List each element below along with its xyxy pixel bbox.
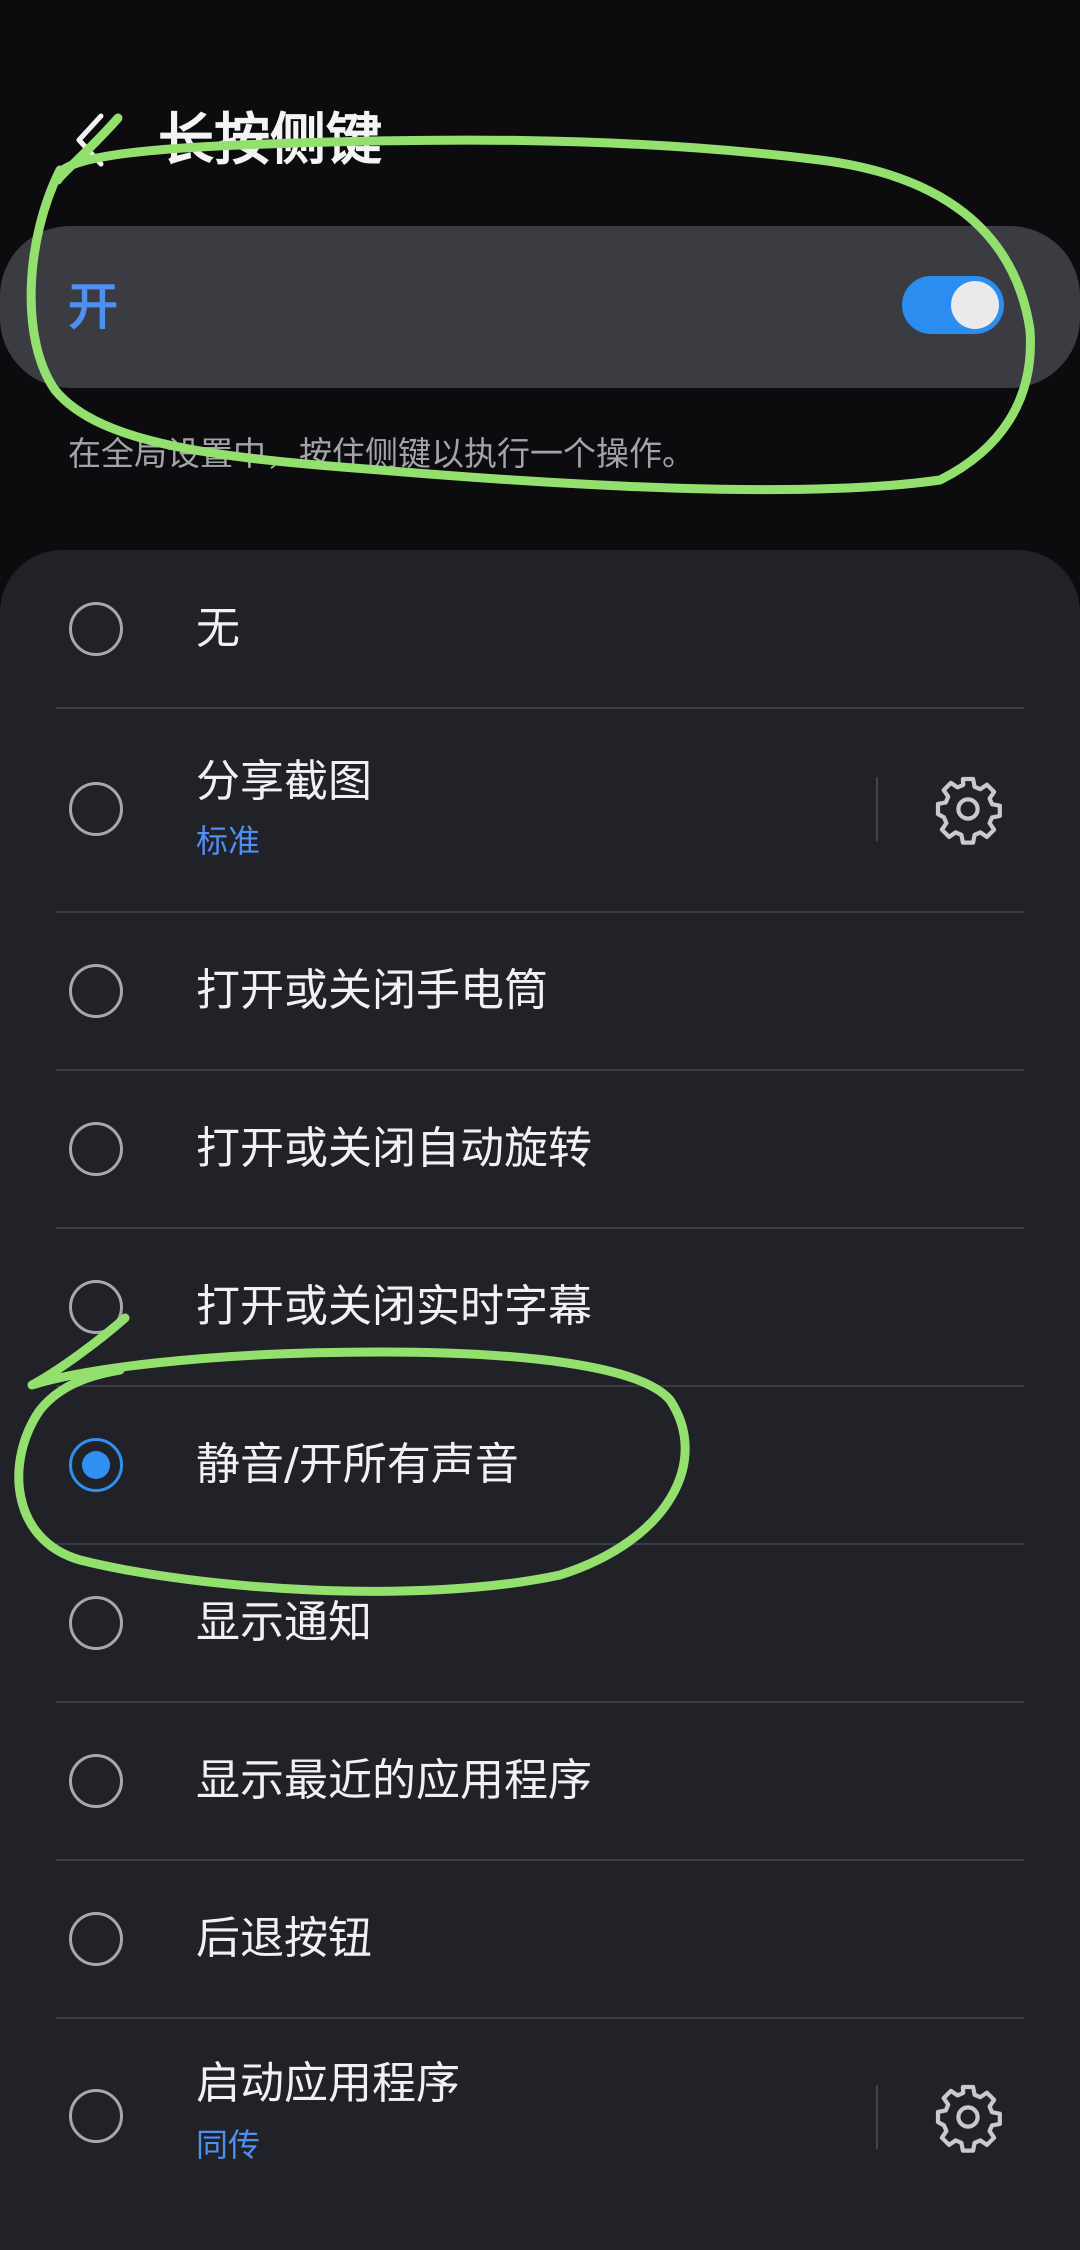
option-label: 打开或关闭实时字幕	[196, 1281, 592, 1332]
back-arrow-icon	[76, 113, 104, 167]
option-sublabel: 同传	[196, 2126, 261, 2164]
option-row-mute-all-sounds[interactable]: 静音/开所有声音	[0, 1387, 1080, 1543]
radio-button[interactable]	[69, 2089, 123, 2143]
master-toggle-switch[interactable]	[902, 276, 1004, 334]
option-label: 后退按钮	[196, 1913, 372, 1964]
radio-button[interactable]	[69, 1754, 123, 1808]
launch-app-settings-button[interactable]	[926, 2075, 1010, 2159]
option-row-live-caption[interactable]: 打开或关闭实时字幕	[0, 1229, 1080, 1385]
option-row-share-screenshot[interactable]: 分享截图 标准	[0, 709, 1080, 911]
radio-button[interactable]	[69, 964, 123, 1018]
radio-button[interactable]	[69, 1912, 123, 1966]
option-row-auto-rotate[interactable]: 打开或关闭自动旋转	[0, 1071, 1080, 1227]
option-row-launch-app[interactable]: 启动应用程序 同传	[0, 2019, 1080, 2219]
description-text: 在全局设置中，按住侧键以执行一个操作。	[68, 434, 695, 473]
option-label: 打开或关闭自动旋转	[196, 1123, 592, 1174]
page-title: 长按侧键	[158, 108, 382, 173]
option-row-show-notifications[interactable]: 显示通知	[0, 1545, 1080, 1701]
gear-icon	[935, 776, 1002, 845]
header: 长按侧键	[0, 0, 1080, 220]
options-card: 无 分享截图 标准 打开或关闭手电筒 打开或关闭自动旋转 打开或关闭实时字幕 静…	[0, 550, 1080, 2250]
option-row-recent-apps[interactable]: 显示最近的应用程序	[0, 1703, 1080, 1859]
master-switch-row[interactable]: 开	[0, 226, 1080, 388]
option-label: 启动应用程序	[196, 2058, 460, 2109]
radio-button[interactable]	[69, 782, 123, 836]
option-row-none[interactable]: 无	[0, 550, 1080, 708]
vertical-divider	[876, 2085, 878, 2149]
vertical-divider	[876, 777, 878, 841]
option-label: 显示最近的应用程序	[196, 1755, 592, 1806]
toggle-knob	[951, 281, 999, 329]
master-switch-label: 开	[68, 278, 118, 336]
radio-button-selected[interactable]	[69, 1438, 123, 1492]
gear-icon	[935, 2084, 1002, 2153]
option-row-flashlight[interactable]: 打开或关闭手电筒	[0, 913, 1080, 1069]
option-label: 显示通知	[196, 1597, 372, 1648]
radio-button[interactable]	[69, 1122, 123, 1176]
share-screenshot-settings-button[interactable]	[926, 767, 1010, 851]
radio-button[interactable]	[69, 602, 123, 656]
back-button[interactable]	[56, 100, 126, 180]
option-sublabel: 标准	[196, 822, 261, 860]
radio-button[interactable]	[69, 1596, 123, 1650]
option-label: 分享截图	[196, 756, 372, 807]
option-label: 打开或关闭手电筒	[196, 965, 548, 1016]
option-label: 静音/开所有声音	[196, 1439, 519, 1490]
option-row-back-button[interactable]: 后退按钮	[0, 1861, 1080, 2017]
option-label: 无	[196, 603, 240, 654]
radio-button[interactable]	[69, 1280, 123, 1334]
